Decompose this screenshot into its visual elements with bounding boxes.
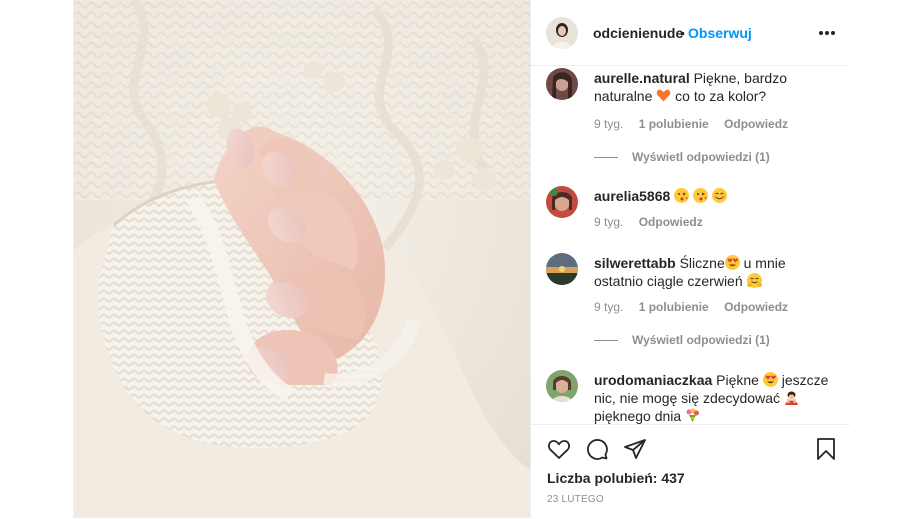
comment-likes[interactable]: 1 polubienie bbox=[639, 300, 709, 314]
comment-text: aurelle.natural Piękne, bardzo naturalne… bbox=[594, 70, 787, 104]
orange-heart-emoji bbox=[656, 88, 671, 103]
reply-button[interactable]: Odpowiedz bbox=[724, 300, 788, 314]
reply-button[interactable]: Odpowiedz bbox=[639, 215, 703, 229]
comment-icon[interactable] bbox=[585, 437, 609, 461]
follow-button[interactable]: Obserwuj bbox=[688, 25, 752, 41]
replies-line bbox=[594, 157, 618, 159]
reply-button[interactable]: Odpowiedz bbox=[724, 117, 788, 131]
commenter-avatar[interactable] bbox=[546, 370, 578, 402]
face-blowing-kiss-emoji bbox=[674, 188, 690, 203]
comment-username[interactable]: silwerettabb bbox=[594, 255, 676, 271]
comment-text: aurelia5868 bbox=[594, 187, 834, 205]
comment-time[interactable]: 9 tyg. bbox=[594, 215, 623, 229]
likes-count[interactable]: Liczba polubień: 437 bbox=[547, 470, 685, 486]
commenter-avatar[interactable] bbox=[546, 68, 578, 100]
hugging-face-emoji bbox=[746, 273, 762, 288]
bookmark-icon[interactable] bbox=[814, 437, 838, 461]
comment-meta: 9 tyg. Odpowiedz bbox=[594, 215, 715, 229]
smiling-face-emoji bbox=[711, 188, 727, 203]
heart-icon[interactable] bbox=[547, 437, 571, 461]
post-header: odcienienude • Obserwuj bbox=[531, 0, 850, 66]
post-side-panel: odcienienude • Obserwuj aurelle.natural bbox=[530, 0, 850, 518]
view-replies-button[interactable]: Wyświetl odpowiedzi (1) bbox=[594, 333, 770, 347]
bouquet-emoji bbox=[685, 408, 700, 423]
comment-username[interactable]: aurelle.natural bbox=[594, 70, 690, 86]
heart-eyes-emoji bbox=[724, 255, 740, 270]
author-avatar[interactable] bbox=[546, 17, 578, 49]
view-replies-button[interactable]: Wyświetl odpowiedzi (1) bbox=[594, 150, 770, 164]
commenter-avatar[interactable] bbox=[546, 253, 578, 285]
face-blowing-kiss-emoji bbox=[693, 188, 709, 203]
post-actions-bar: Liczba polubień: 437 23 LUTEGO bbox=[531, 424, 850, 519]
comments-list[interactable]: aurelle.natural Piękne, bardzo naturalne… bbox=[531, 66, 850, 424]
comment-meta: 9 tyg. 1 polubienie Odpowiedz bbox=[594, 300, 800, 314]
comment-text: urodomaniaczkaa Piękne jeszcze nic, nie … bbox=[594, 372, 829, 424]
post-date[interactable]: 23 LUTEGO bbox=[547, 494, 604, 505]
heart-eyes-emoji bbox=[762, 372, 778, 387]
comment-username[interactable]: urodomaniaczkaa bbox=[594, 372, 712, 388]
paper-plane-icon[interactable] bbox=[623, 437, 647, 461]
post-photo[interactable] bbox=[74, 0, 530, 518]
replies-line bbox=[594, 340, 618, 342]
comment-time[interactable]: 9 tyg. bbox=[594, 117, 623, 131]
person-bowing-emoji bbox=[784, 390, 799, 405]
instagram-post: odcienienude • Obserwuj aurelle.natural bbox=[73, 0, 850, 518]
commenter-avatar[interactable] bbox=[546, 186, 578, 218]
comment-meta: 9 tyg. 1 polubienie Odpowiedz bbox=[594, 117, 800, 131]
comment-text: silwerettabb Śliczne u mnie ostatnio cią… bbox=[594, 255, 786, 289]
manicure-sweater-image bbox=[74, 0, 530, 518]
more-options-icon[interactable] bbox=[819, 31, 835, 35]
separator-dot: • bbox=[680, 25, 685, 41]
author-username[interactable]: odcienienude bbox=[593, 25, 683, 41]
comment-username[interactable]: aurelia5868 bbox=[594, 188, 670, 204]
comment-time[interactable]: 9 tyg. bbox=[594, 300, 623, 314]
comment-likes[interactable]: 1 polubienie bbox=[639, 117, 709, 131]
